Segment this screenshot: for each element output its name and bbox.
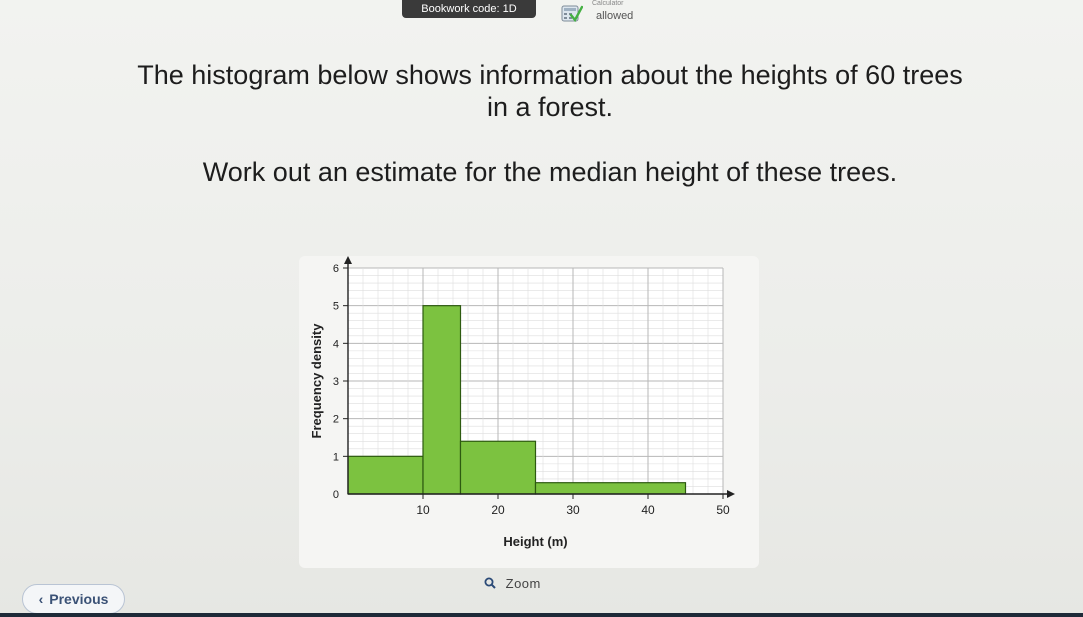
question-line-3: Work out an estimate for the median heig… xyxy=(202,157,898,187)
bottom-bar xyxy=(0,613,1083,617)
x-axis-label: Height (m) xyxy=(503,534,567,549)
x-axis-arrow xyxy=(727,490,735,498)
x-tick-label: 30 xyxy=(566,503,580,517)
top-bar: Bookwork code: 1D Calculator allowed xyxy=(0,0,1083,28)
zoom-label: Zoom xyxy=(505,576,541,591)
y-tick-label: 1 xyxy=(333,451,339,463)
x-tick-label: 40 xyxy=(641,503,655,517)
question-line-1: The histogram below shows information ab… xyxy=(137,60,963,90)
magnifier-icon xyxy=(484,577,496,589)
previous-label: Previous xyxy=(49,591,109,607)
histogram-bar xyxy=(422,305,462,495)
y-tick-label: 3 xyxy=(333,376,339,388)
histogram-bar xyxy=(459,440,537,495)
histogram-bar xyxy=(347,455,424,495)
y-tick-label: 4 xyxy=(333,338,339,350)
y-tick-label: 2 xyxy=(333,414,339,426)
histogram-figure[interactable]: 1 2 3 4 5 6 0 10 20 30 40 50 Height (m) Frequency den… xyxy=(299,256,759,568)
x-tick-label: 10 xyxy=(416,503,430,517)
x-tick-label: 50 xyxy=(716,503,730,517)
bookwork-code: Bookwork code: 1D xyxy=(402,0,536,18)
calculator-label: Calculator xyxy=(592,0,624,7)
y-tick-label: 5 xyxy=(333,301,339,313)
x-tick-label: 20 xyxy=(491,503,505,517)
zoom-button[interactable]: Zoom xyxy=(484,576,541,591)
histogram-bar xyxy=(534,482,687,495)
calculator-icon xyxy=(561,5,583,23)
chevron-left-icon: ‹ xyxy=(38,591,44,607)
origin-label: 0 xyxy=(333,489,339,501)
y-tick-label: 6 xyxy=(333,263,339,275)
calculator-status: allowed xyxy=(596,10,634,22)
y-axis-arrow xyxy=(344,256,352,264)
histogram-chart: 1 2 3 4 5 6 0 10 20 30 40 50 Height (m) Frequency den… xyxy=(309,256,735,549)
y-axis-label: Frequency density xyxy=(309,323,324,439)
question-line-2: in a forest. xyxy=(486,92,614,122)
previous-button[interactable]: ‹ Previous xyxy=(22,584,125,614)
